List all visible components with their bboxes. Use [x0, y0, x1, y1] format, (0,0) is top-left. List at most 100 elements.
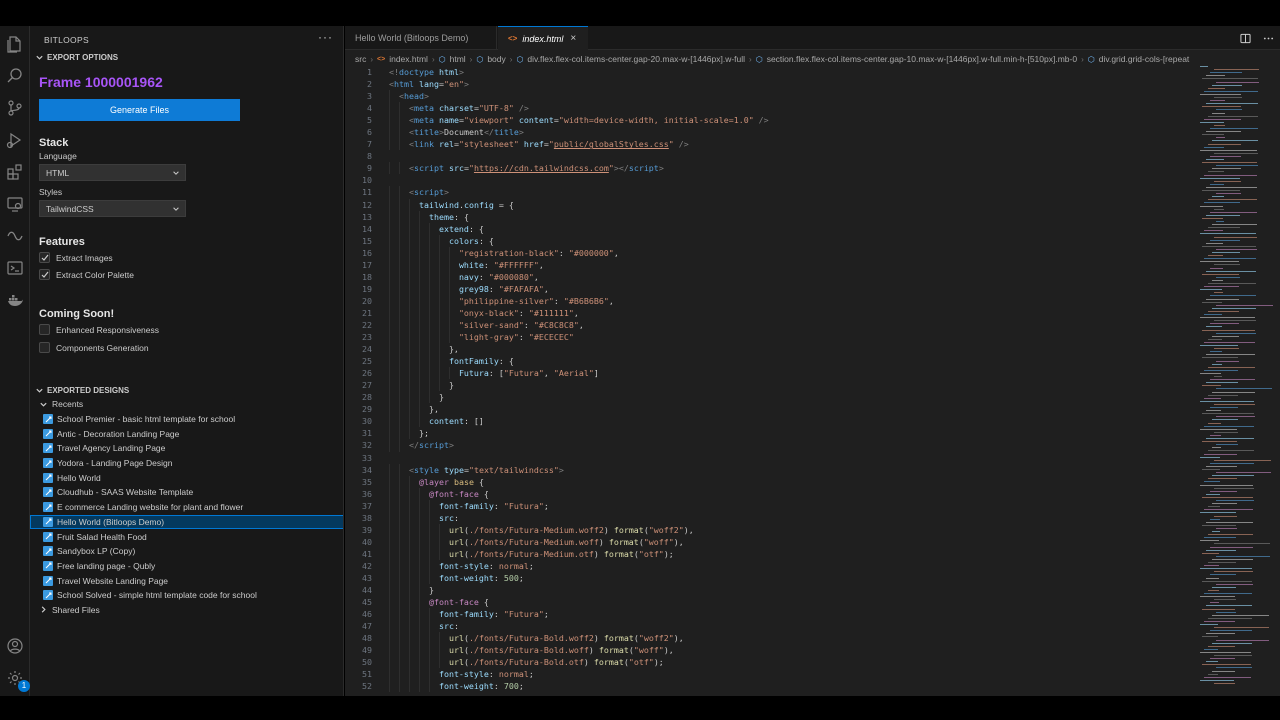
bitloops-icon[interactable] — [5, 226, 25, 246]
checkbox-unchecked[interactable] — [39, 324, 50, 335]
recent-design-item[interactable]: Travel Agency Landing Page — [30, 441, 343, 456]
recent-design-item[interactable]: Hello World — [30, 470, 343, 485]
recent-design-item[interactable]: Sandybox LP (Copy) — [30, 544, 343, 559]
breadcrumb-segment[interactable]: body — [487, 54, 505, 64]
recent-design-item[interactable]: Cloudhub - SAAS Website Template — [30, 485, 343, 500]
recent-design-item[interactable]: Travel Website Landing Page — [30, 573, 343, 588]
remote-explorer-icon[interactable] — [5, 194, 25, 214]
recent-design-item[interactable]: School Premier - basic html template for… — [30, 412, 343, 427]
recent-design-item[interactable]: Yodora - Landing Page Design — [30, 456, 343, 471]
extensions-icon[interactable] — [5, 162, 25, 182]
breadcrumb-segment[interactable]: div.grid.grid-cols-[repeat — [1099, 54, 1190, 64]
code-token: , — [533, 271, 539, 282]
breadcrumb-segment[interactable]: index.html — [389, 54, 428, 64]
minimap-line — [1206, 493, 1220, 495]
minimap-line — [1212, 196, 1224, 198]
docker-icon[interactable] — [5, 290, 25, 310]
close-icon[interactable]: × — [570, 33, 576, 44]
code-token: : — [518, 307, 529, 318]
line-content: @font-face { — [389, 488, 489, 500]
code-line: 42 font-style: normal; — [345, 559, 1195, 572]
minimap-line — [1204, 90, 1258, 92]
code-token: : — [488, 669, 499, 680]
code-token: "#000000" — [568, 247, 614, 258]
recents-folder[interactable]: Recents — [30, 397, 343, 412]
breadcrumb-segment[interactable]: section.flex.flex-col.items-center.gap-1… — [767, 54, 1077, 64]
minimap-line — [1204, 314, 1222, 315]
minimap-line — [1204, 593, 1252, 594]
tab-index-html[interactable]: <> index.html × — [498, 26, 588, 50]
code-line: 36 @font-face { — [345, 487, 1195, 500]
code-token: ) — [593, 633, 604, 644]
source-control-icon[interactable] — [5, 98, 25, 118]
export-options-header[interactable]: EXPORT OPTIONS — [34, 52, 118, 62]
recent-design-item[interactable]: Antic - Decoration Landing Page — [30, 426, 343, 441]
line-number: 44 — [362, 585, 372, 596]
minimap-line — [1214, 124, 1225, 126]
minimap-line — [1208, 645, 1235, 647]
generate-files-button[interactable]: Generate Files — [39, 99, 240, 121]
code-token: "Futura" — [503, 500, 544, 511]
feature-extract-images[interactable]: Extract Images — [39, 252, 113, 263]
minimap-line — [1216, 611, 1236, 613]
recent-design-item[interactable]: Free landing page - Qubly — [30, 559, 343, 574]
checkbox-checked[interactable] — [39, 252, 50, 263]
minimap-line — [1208, 310, 1239, 312]
run-debug-icon[interactable] — [5, 130, 25, 150]
checkbox-unchecked[interactable] — [39, 342, 50, 353]
more-actions-button[interactable]: ··· — [318, 30, 333, 44]
split-editor-icon[interactable] — [1240, 31, 1251, 49]
frame-title: Frame 1000001962 — [39, 74, 163, 90]
minimap-line — [1212, 307, 1256, 309]
exported-designs-header[interactable]: EXPORTED DESIGNS — [34, 385, 129, 395]
coming-enhanced-responsiveness[interactable]: Enhanced Responsiveness — [39, 324, 159, 335]
terminal-icon[interactable] — [5, 258, 25, 278]
settings-gear-icon[interactable]: 1 — [5, 668, 30, 692]
line-content: white: "#FFFFFF", — [389, 259, 544, 271]
recent-design-item[interactable]: Fruit Salad Health Food — [30, 529, 343, 544]
minimap-line — [1216, 332, 1256, 334]
search-icon[interactable] — [5, 66, 25, 86]
coming-components-generation[interactable]: Components Generation — [39, 342, 149, 353]
design-file-icon — [43, 560, 53, 571]
line-content: </script> — [389, 439, 454, 451]
language-select[interactable]: HTML — [39, 164, 186, 181]
minimap-line — [1202, 329, 1255, 331]
code-token: "otf" — [638, 548, 664, 559]
line-content: url(./fonts/Futura-Bold.otf) format("otf… — [389, 656, 664, 668]
files-icon[interactable] — [5, 34, 25, 54]
code-editor[interactable]: 1 <!doctype html> 2 <html lang="en"> 3 <head… — [345, 66, 1195, 693]
breadcrumb-segment[interactable]: html — [450, 54, 466, 64]
code-token: "#FAFAFA" — [498, 283, 544, 294]
recent-design-item[interactable]: School Solved - simple html template cod… — [30, 588, 343, 603]
recent-design-item[interactable]: Hello World (Bitloops Demo) — [30, 514, 343, 530]
tab-hello-world-bitloops-demo[interactable]: Hello World (Bitloops Demo) — [345, 26, 497, 50]
shared-files-folder[interactable]: Shared Files — [30, 603, 343, 618]
minimap[interactable] — [1200, 66, 1280, 696]
more-actions-icon[interactable] — [1263, 31, 1274, 49]
line-content: <html lang="en"> — [389, 78, 469, 90]
breadcrumb-segment[interactable]: div.flex.flex-col.items-center.gap-20.ma… — [527, 54, 745, 64]
code-token: "stylesheet" — [458, 139, 519, 150]
line-content: <script> — [389, 186, 449, 198]
feature-extract-color-palette[interactable]: Extract Color Palette — [39, 269, 134, 280]
line-number: 5 — [367, 115, 372, 126]
code-token: ), — [683, 524, 694, 535]
breadcrumb-segment[interactable]: src — [355, 54, 366, 64]
minimap-line — [1202, 273, 1239, 275]
checkbox-checked[interactable] — [39, 269, 50, 280]
styles-select[interactable]: TailwindCSS — [39, 200, 186, 217]
line-number: 27 — [362, 380, 372, 391]
minimap-line — [1200, 205, 1223, 207]
minimap-line — [1214, 292, 1223, 294]
minimap-line — [1214, 627, 1269, 629]
minimap-line — [1210, 602, 1219, 604]
design-file-icon — [43, 443, 53, 454]
account-icon[interactable] — [5, 636, 25, 656]
minimap-line — [1204, 118, 1241, 120]
line-number: 14 — [362, 223, 372, 234]
recent-design-item[interactable]: E commerce Landing website for plant and… — [30, 500, 343, 515]
element-symbol-icon: ⬡ — [1087, 54, 1095, 64]
code-token: fontFamily — [448, 356, 499, 367]
